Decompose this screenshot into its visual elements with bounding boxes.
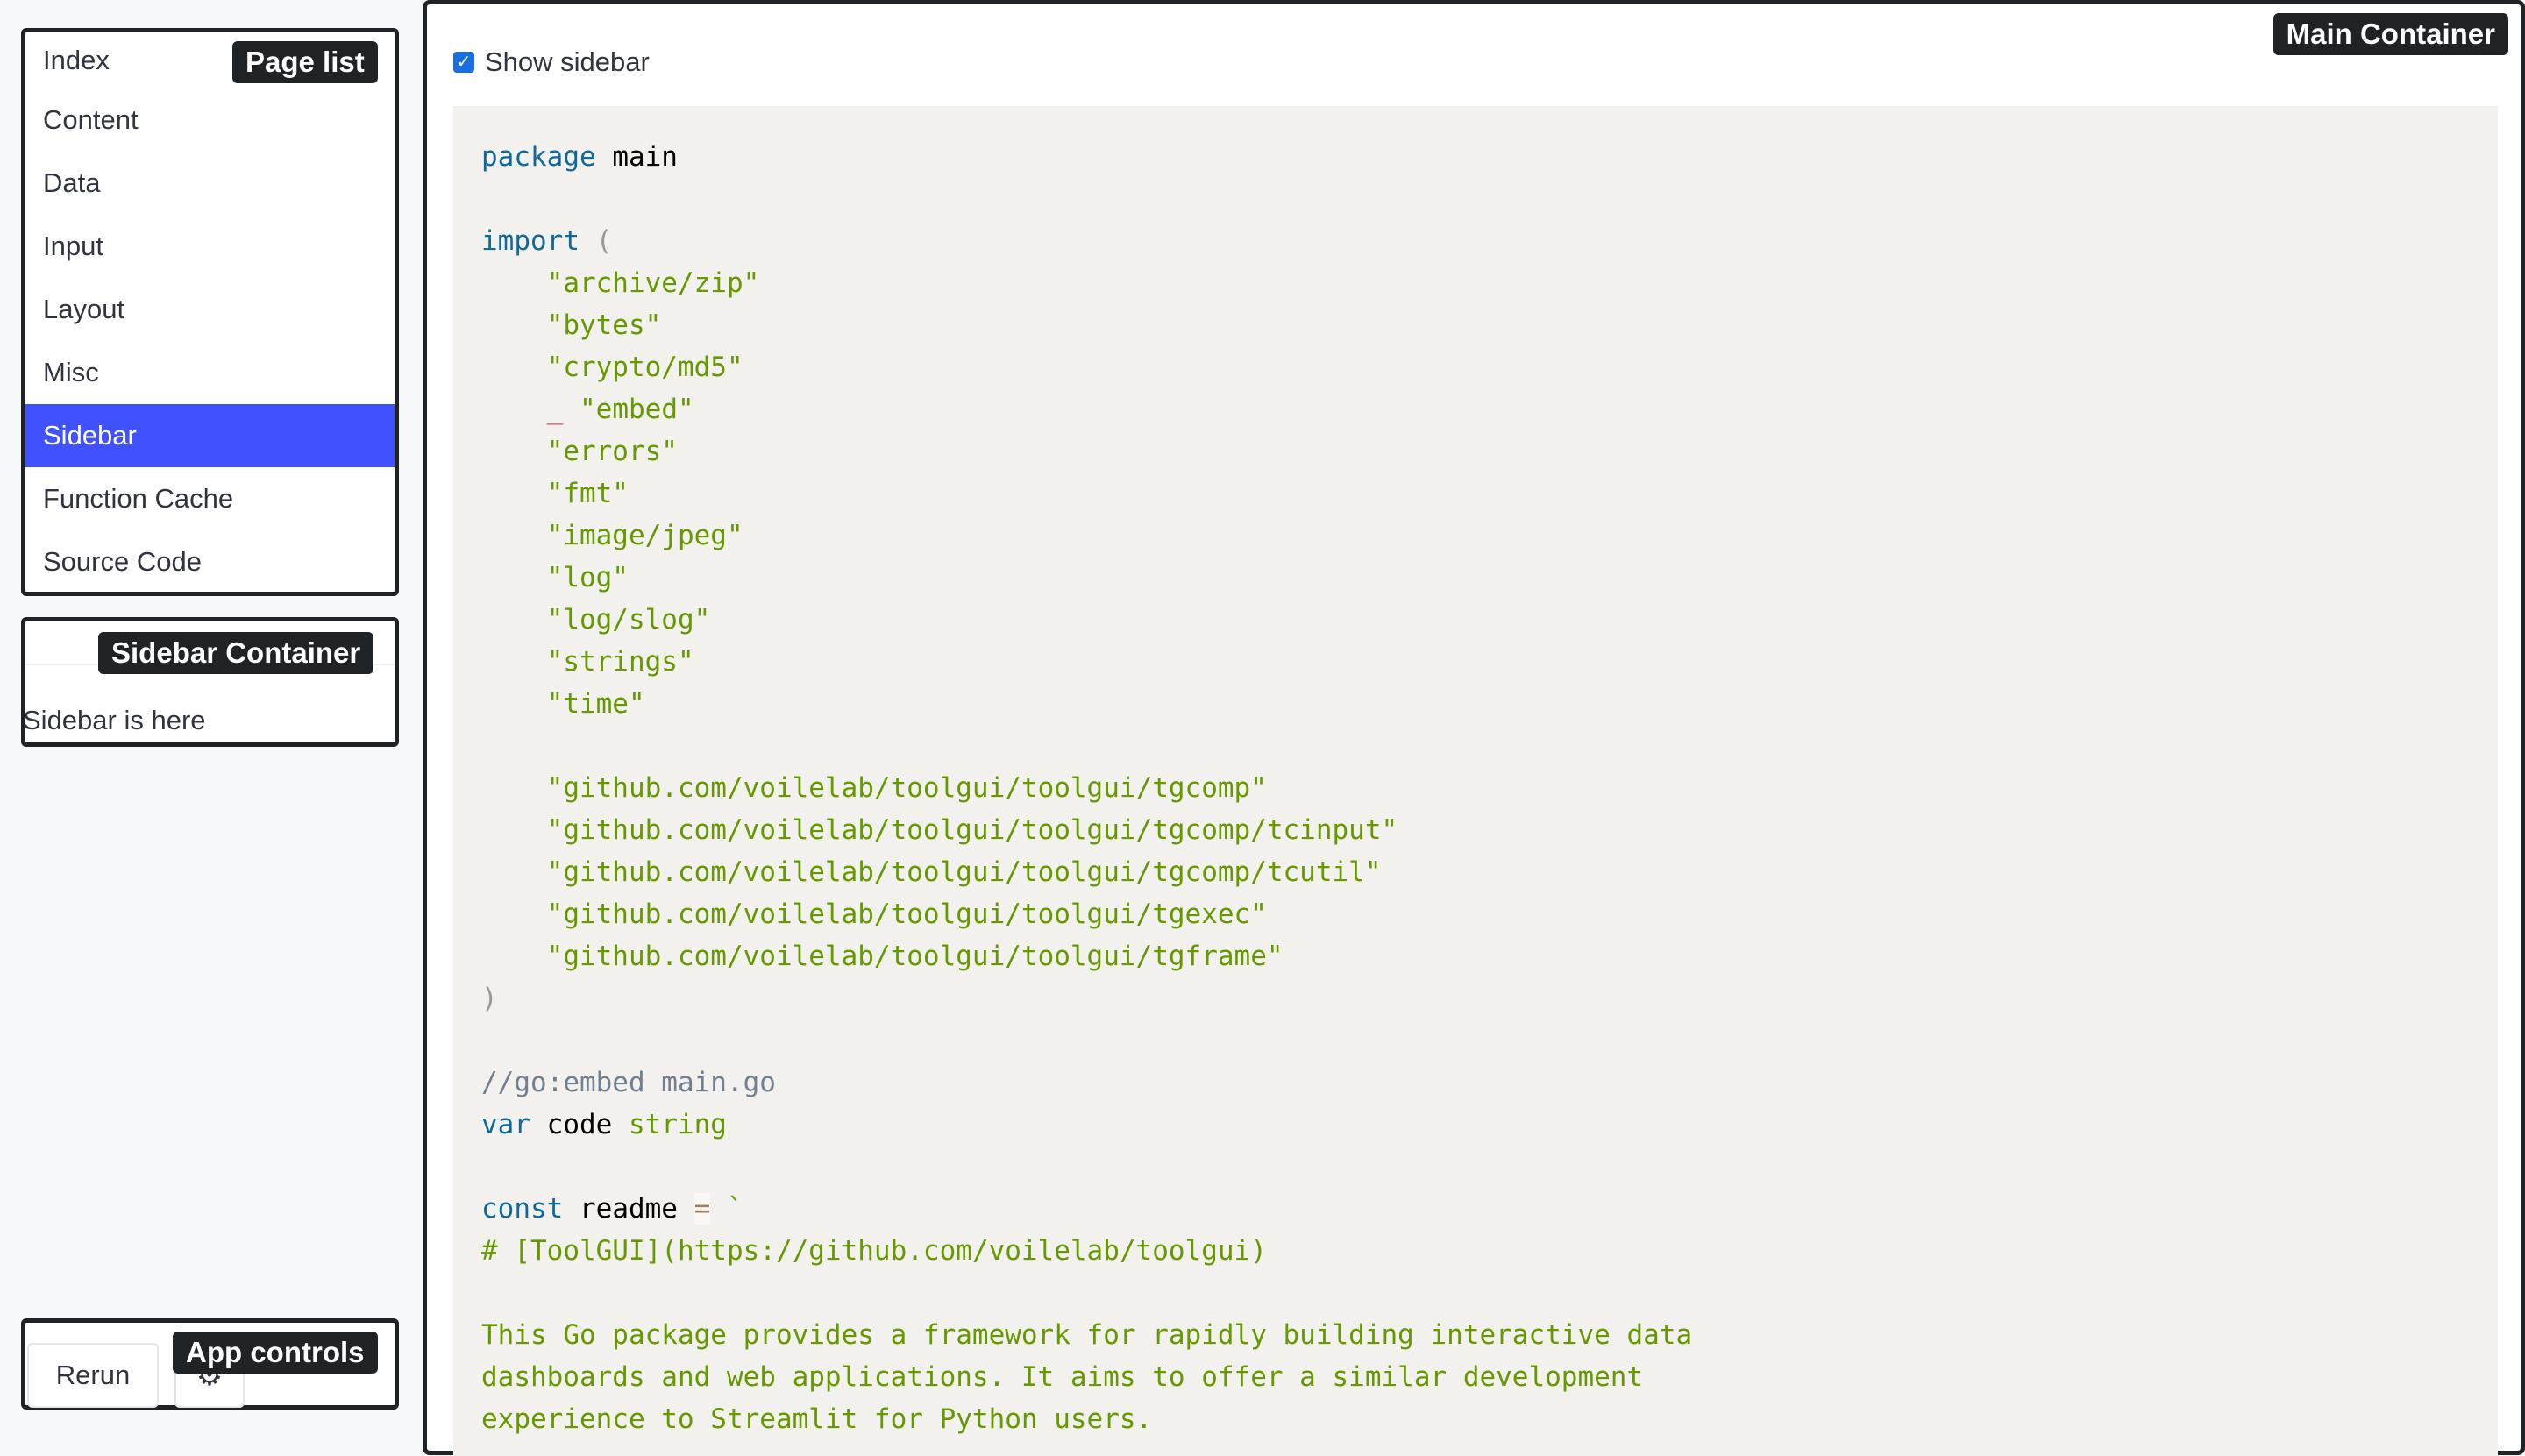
sidebar: Index Content Data Input Layout Misc Sid… bbox=[0, 0, 421, 1438]
code-line: "github.com/voilelab/toolgui/toolgui/tgc… bbox=[546, 814, 1398, 846]
code-line: dashboards and web applications. It aims… bbox=[481, 1361, 1644, 1393]
code-line: "errors" bbox=[546, 436, 678, 467]
page-list-tag: Page list bbox=[232, 41, 378, 83]
rerun-button[interactable]: Rerun bbox=[27, 1343, 159, 1408]
sidebar-container: Sidebar Container Sidebar is here bbox=[21, 617, 399, 747]
code-block: package main import ( "archive/zip" "byt… bbox=[453, 106, 2498, 1456]
code-line: # [ToolGUI](https://github.com/voilelab/… bbox=[481, 1235, 1267, 1267]
code-line: package main bbox=[481, 141, 678, 173]
show-sidebar-checkbox[interactable]: ✓ bbox=[453, 52, 474, 73]
code-line: "crypto/md5" bbox=[546, 352, 743, 383]
code-line: ) bbox=[481, 983, 498, 1014]
code-line: //go:embed main.go bbox=[481, 1067, 776, 1098]
page-list: Index Content Data Input Layout Misc Sid… bbox=[21, 28, 399, 596]
main-container: Main Container ✓ Show sidebar package ma… bbox=[423, 0, 2525, 1456]
code-line: "github.com/voilelab/toolgui/toolgui/tgc… bbox=[546, 772, 1267, 804]
page-item-misc[interactable]: Misc bbox=[25, 341, 395, 404]
page-item-input[interactable]: Input bbox=[25, 215, 395, 278]
code-line: "bytes" bbox=[546, 309, 662, 341]
code-line: This Go package provides a framework for… bbox=[481, 1319, 1693, 1351]
code-text: package main import ( "archive/zip" "byt… bbox=[453, 106, 2498, 1440]
sidebar-container-text: Sidebar is here bbox=[23, 705, 206, 735]
code-line: "github.com/voilelab/toolgui/toolgui/tgf… bbox=[546, 941, 1284, 972]
app-controls: Rerun ⚙ App controls bbox=[21, 1318, 399, 1410]
code-line: "github.com/voilelab/toolgui/toolgui/tgc… bbox=[546, 856, 1382, 888]
code-line: "image/jpeg" bbox=[546, 520, 743, 551]
page-item-data[interactable]: Data bbox=[25, 152, 395, 215]
code-line: "time" bbox=[546, 688, 645, 720]
code-line: "github.com/voilelab/toolgui/toolgui/tge… bbox=[546, 898, 1267, 930]
page-list-items: Index Content Data Input Layout Misc Sid… bbox=[25, 32, 395, 593]
page-item-layout[interactable]: Layout bbox=[25, 278, 395, 341]
show-sidebar-label: Show sidebar bbox=[485, 46, 650, 77]
code-line: _ "embed" bbox=[546, 394, 694, 425]
show-sidebar-row[interactable]: ✓ Show sidebar bbox=[453, 46, 650, 78]
code-line: "log" bbox=[546, 562, 629, 593]
page-item-sidebar[interactable]: Sidebar bbox=[25, 404, 395, 467]
code-line: "archive/zip" bbox=[546, 267, 760, 299]
code-line: "fmt" bbox=[546, 478, 629, 509]
page-item-function-cache[interactable]: Function Cache bbox=[25, 467, 395, 530]
sidebar-container-tag: Sidebar Container bbox=[98, 632, 374, 674]
main-container-tag: Main Container bbox=[2272, 13, 2508, 55]
code-line: var code string bbox=[481, 1109, 727, 1140]
app-controls-tag: App controls bbox=[173, 1332, 378, 1374]
code-line: "strings" bbox=[546, 646, 694, 678]
page-item-content[interactable]: Content bbox=[25, 89, 395, 152]
code-line: import ( bbox=[481, 225, 613, 257]
page-item-source-code[interactable]: Source Code bbox=[25, 530, 395, 593]
code-line: "log/slog" bbox=[546, 604, 711, 636]
code-line: experience to Streamlit for Python users… bbox=[481, 1403, 1153, 1435]
code-line: const readme = ` bbox=[481, 1193, 743, 1225]
